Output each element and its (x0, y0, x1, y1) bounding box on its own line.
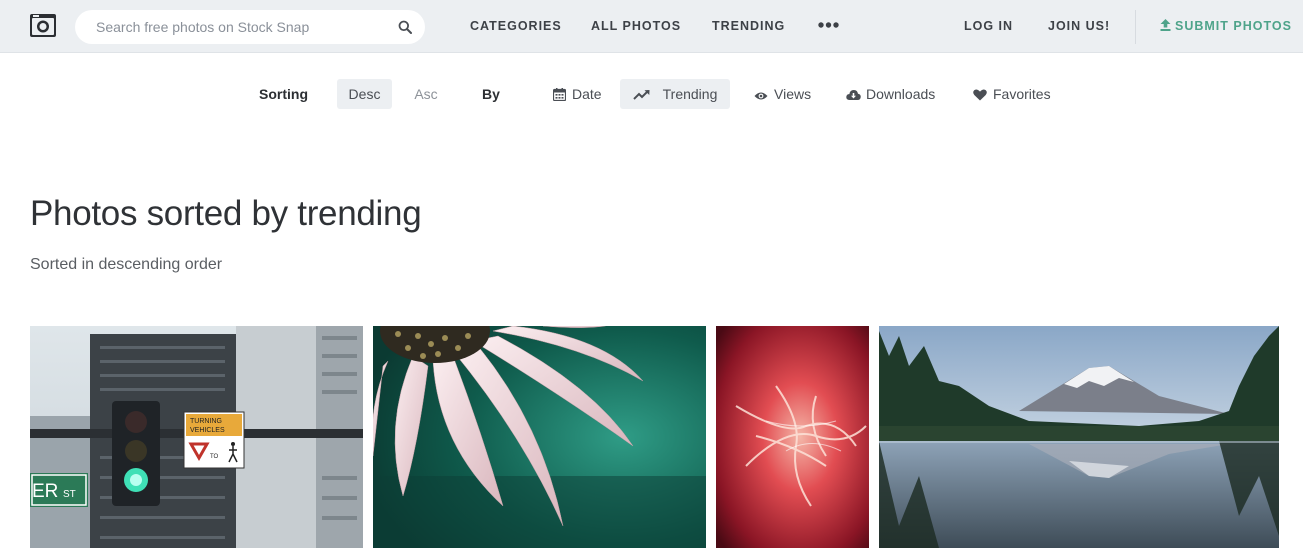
login-link[interactable]: LOG IN (964, 19, 1013, 33)
cloud-download-icon (846, 90, 861, 100)
sort-desc-button[interactable]: Desc (337, 79, 392, 109)
top-navbar: CATEGORIES ALL PHOTOS TRENDING LOG IN JO… (0, 0, 1303, 53)
trending-icon (632, 90, 650, 100)
photo-mountain-lake[interactable] (879, 326, 1279, 548)
sort-by-date-button[interactable]: Date (552, 79, 602, 109)
submit-photos-button[interactable]: SUBMIT PHOTOS (1160, 19, 1292, 33)
sort-by-trending-label: Trending (662, 86, 718, 102)
sorting-label: Sorting (259, 86, 308, 102)
photo-red-abstract[interactable] (716, 326, 869, 548)
street-sign-text: ER (32, 481, 58, 502)
sort-by-downloads-button[interactable]: Downloads (846, 79, 935, 109)
nav-categories[interactable]: CATEGORIES (470, 19, 562, 33)
search-icon[interactable] (398, 20, 412, 34)
sort-by-views-label: Views (774, 86, 812, 102)
mountain-photo-image (879, 326, 1279, 548)
heart-icon (973, 89, 987, 101)
header-divider (1135, 10, 1136, 44)
sign-text-to: TO (210, 454, 219, 460)
photo-traffic-light[interactable]: TURNING VEHICLES TO ER ST (30, 326, 363, 548)
sort-by-favorites-button[interactable]: Favorites (973, 79, 1051, 109)
join-link[interactable]: JOIN US! (1048, 19, 1110, 33)
sort-by-trending-button[interactable]: Trending (620, 79, 730, 109)
nav-all-photos[interactable]: ALL PHOTOS (591, 19, 681, 33)
calendar-icon (552, 88, 567, 102)
search-bar (75, 10, 425, 44)
submit-photos-label: SUBMIT PHOTOS (1175, 19, 1292, 33)
sign-text-turning: TURNING (190, 418, 222, 425)
sort-by-downloads-label: Downloads (866, 86, 936, 102)
abstract-photo-image (716, 326, 869, 548)
sort-by-views-button[interactable]: Views (754, 79, 811, 109)
traffic-light-photo-image: TURNING VEHICLES TO ER ST (30, 326, 363, 548)
sort-asc-button[interactable]: Asc (404, 79, 448, 109)
eye-icon (754, 92, 768, 100)
more-dots-icon[interactable] (818, 21, 839, 29)
street-sign-suffix: ST (63, 489, 76, 500)
upload-icon (1160, 19, 1171, 31)
camera-logo-icon[interactable] (29, 13, 57, 38)
sign-text-vehicles: VEHICLES (190, 427, 225, 434)
flower-photo-image (373, 326, 706, 548)
sort-by-date-label: Date (572, 86, 602, 102)
by-label: By (482, 86, 500, 102)
search-input[interactable] (75, 10, 385, 44)
nav-trending[interactable]: TRENDING (712, 19, 785, 33)
page-title: Photos sorted by trending (30, 194, 422, 233)
photo-pink-flower[interactable] (373, 326, 706, 548)
sort-by-favorites-label: Favorites (993, 86, 1051, 102)
page-subtitle: Sorted in descending order (30, 256, 223, 273)
